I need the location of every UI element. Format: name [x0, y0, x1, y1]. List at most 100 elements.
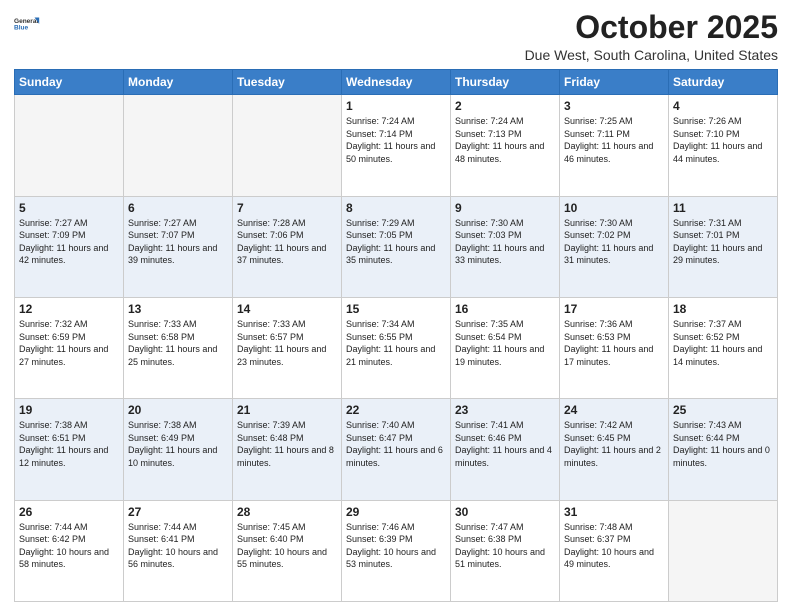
day-info: Sunrise: 7:47 AM Sunset: 6:38 PM Dayligh… — [455, 521, 555, 571]
day-info: Sunrise: 7:30 AM Sunset: 7:02 PM Dayligh… — [564, 217, 664, 267]
header-tuesday: Tuesday — [233, 70, 342, 95]
day-number: 27 — [128, 505, 228, 519]
calendar: Sunday Monday Tuesday Wednesday Thursday… — [14, 69, 778, 602]
calendar-cell-w3-d6: 17Sunrise: 7:36 AM Sunset: 6:53 PM Dayli… — [560, 297, 669, 398]
calendar-cell-w3-d4: 15 Sunrise: 7:34 AM Sunset: 6:55 PM Dayli… — [342, 297, 451, 398]
day-number: 20 — [128, 403, 228, 417]
day-number: 28 — [237, 505, 337, 519]
calendar-cell-w2-d5: 9 Sunrise: 7:30 AM Sunset: 7:03 PM Daylig… — [451, 196, 560, 297]
day-info: Sunrise: 7:44 AM Sunset: 6:41 PM Dayligh… — [128, 521, 228, 571]
day-info: Sunrise: 7:43 AM Sunset: 6:44 PM Dayligh… — [673, 419, 773, 469]
title-block: October 2025 Due West, South Carolina, U… — [525, 10, 778, 63]
day-number: 16 — [455, 302, 555, 316]
day-info: Sunrise: 7:45 AM Sunset: 6:40 PM Dayligh… — [237, 521, 337, 571]
calendar-cell-w5-d1: 26Sunrise: 7:44 AM Sunset: 6:42 PM Dayli… — [15, 500, 124, 601]
day-number: 18 — [673, 302, 773, 316]
calendar-cell-w3-d1: 12 Sunrise: 7:32 AM Sunset: 6:59 PM Dayli… — [15, 297, 124, 398]
calendar-cell-w4-d2: 20 Sunrise: 7:38 AM Sunset: 6:49 PM Dayli… — [124, 399, 233, 500]
day-number: 23 — [455, 403, 555, 417]
day-info: Sunrise: 7:41 AM Sunset: 6:46 PM Dayligh… — [455, 419, 555, 469]
day-info: Sunrise: 7:34 AM Sunset: 6:55 PM Dayligh… — [346, 318, 446, 368]
calendar-header-row: Sunday Monday Tuesday Wednesday Thursday… — [15, 70, 778, 95]
day-info: Sunrise: 7:24 AM Sunset: 7:13 PM Dayligh… — [455, 115, 555, 165]
calendar-cell-w4-d7: 25Sunrise: 7:43 AM Sunset: 6:44 PM Dayli… — [669, 399, 778, 500]
day-number: 13 — [128, 302, 228, 316]
day-info: Sunrise: 7:30 AM Sunset: 7:03 PM Dayligh… — [455, 217, 555, 267]
day-number: 4 — [673, 99, 773, 113]
calendar-cell-w2-d6: 10 Sunrise: 7:30 AM Sunset: 7:02 PM Dayli… — [560, 196, 669, 297]
day-number: 5 — [19, 201, 119, 215]
day-info: Sunrise: 7:26 AM Sunset: 7:10 PM Dayligh… — [673, 115, 773, 165]
day-info: Sunrise: 7:31 AM Sunset: 7:01 PM Dayligh… — [673, 217, 773, 267]
day-info: Sunrise: 7:46 AM Sunset: 6:39 PM Dayligh… — [346, 521, 446, 571]
svg-text:General: General — [14, 18, 38, 25]
day-number: 9 — [455, 201, 555, 215]
header: GeneralBlue October 2025 Due West, South… — [14, 10, 778, 63]
day-info: Sunrise: 7:24 AM Sunset: 7:14 PM Dayligh… — [346, 115, 446, 165]
header-monday: Monday — [124, 70, 233, 95]
day-number: 19 — [19, 403, 119, 417]
calendar-cell-w5-d4: 29Sunrise: 7:46 AM Sunset: 6:39 PM Dayli… — [342, 500, 451, 601]
day-number: 2 — [455, 99, 555, 113]
day-info: Sunrise: 7:36 AM Sunset: 6:53 PM Dayligh… — [564, 318, 664, 368]
calendar-cell-w5-d5: 30 Sunrise: 7:47 AM Sunset: 6:38 PM Dayli… — [451, 500, 560, 601]
calendar-cell-w1-d6: 3Sunrise: 7:25 AM Sunset: 7:11 PM Daylig… — [560, 95, 669, 196]
day-number: 26 — [19, 505, 119, 519]
logo: GeneralBlue — [14, 10, 42, 38]
calendar-cell-w4-d3: 21 Sunrise: 7:39 AM Sunset: 6:48 PM Dayli… — [233, 399, 342, 500]
header-sunday: Sunday — [15, 70, 124, 95]
calendar-cell-w2-d2: 6 Sunrise: 7:27 AM Sunset: 7:07 PM Daylig… — [124, 196, 233, 297]
calendar-cell-w3-d2: 13 Sunrise: 7:33 AM Sunset: 6:58 PM Dayli… — [124, 297, 233, 398]
calendar-week-1: 1 Sunrise: 7:24 AM Sunset: 7:14 PM Daylig… — [15, 95, 778, 196]
calendar-cell-w3-d7: 18 Sunrise: 7:37 AM Sunset: 6:52 PM Dayli… — [669, 297, 778, 398]
calendar-week-5: 26Sunrise: 7:44 AM Sunset: 6:42 PM Dayli… — [15, 500, 778, 601]
day-number: 15 — [346, 302, 446, 316]
calendar-cell-w5-d6: 31 Sunrise: 7:48 AM Sunset: 6:37 PM Dayli… — [560, 500, 669, 601]
day-info: Sunrise: 7:33 AM Sunset: 6:57 PM Dayligh… — [237, 318, 337, 368]
day-number: 11 — [673, 201, 773, 215]
day-number: 21 — [237, 403, 337, 417]
day-number: 3 — [564, 99, 664, 113]
day-info: Sunrise: 7:38 AM Sunset: 6:51 PM Dayligh… — [19, 419, 119, 469]
day-info: Sunrise: 7:33 AM Sunset: 6:58 PM Dayligh… — [128, 318, 228, 368]
day-info: Sunrise: 7:35 AM Sunset: 6:54 PM Dayligh… — [455, 318, 555, 368]
day-number: 10 — [564, 201, 664, 215]
calendar-cell-w2-d1: 5 Sunrise: 7:27 AM Sunset: 7:09 PM Daylig… — [15, 196, 124, 297]
logo-icon: GeneralBlue — [14, 10, 42, 38]
day-info: Sunrise: 7:37 AM Sunset: 6:52 PM Dayligh… — [673, 318, 773, 368]
day-number: 22 — [346, 403, 446, 417]
calendar-cell-w4-d5: 23 Sunrise: 7:41 AM Sunset: 6:46 PM Dayli… — [451, 399, 560, 500]
calendar-week-3: 12 Sunrise: 7:32 AM Sunset: 6:59 PM Dayli… — [15, 297, 778, 398]
day-info: Sunrise: 7:40 AM Sunset: 6:47 PM Dayligh… — [346, 419, 446, 469]
day-info: Sunrise: 7:48 AM Sunset: 6:37 PM Dayligh… — [564, 521, 664, 571]
month-title: October 2025 — [525, 10, 778, 45]
day-info: Sunrise: 7:32 AM Sunset: 6:59 PM Dayligh… — [19, 318, 119, 368]
calendar-week-2: 5 Sunrise: 7:27 AM Sunset: 7:09 PM Daylig… — [15, 196, 778, 297]
calendar-cell-w3-d5: 16 Sunrise: 7:35 AM Sunset: 6:54 PM Dayli… — [451, 297, 560, 398]
day-number: 1 — [346, 99, 446, 113]
day-info: Sunrise: 7:27 AM Sunset: 7:09 PM Dayligh… — [19, 217, 119, 267]
calendar-cell-w2-d4: 8Sunrise: 7:29 AM Sunset: 7:05 PM Daylig… — [342, 196, 451, 297]
svg-text:Blue: Blue — [14, 25, 28, 32]
location: Due West, South Carolina, United States — [525, 47, 778, 63]
day-number: 31 — [564, 505, 664, 519]
day-info: Sunrise: 7:27 AM Sunset: 7:07 PM Dayligh… — [128, 217, 228, 267]
calendar-cell-w1-d4: 1 Sunrise: 7:24 AM Sunset: 7:14 PM Daylig… — [342, 95, 451, 196]
calendar-cell-w5-d2: 27 Sunrise: 7:44 AM Sunset: 6:41 PM Dayli… — [124, 500, 233, 601]
header-saturday: Saturday — [669, 70, 778, 95]
page: GeneralBlue October 2025 Due West, South… — [0, 0, 792, 612]
calendar-cell-w2-d7: 11 Sunrise: 7:31 AM Sunset: 7:01 PM Dayli… — [669, 196, 778, 297]
day-number: 12 — [19, 302, 119, 316]
day-info: Sunrise: 7:39 AM Sunset: 6:48 PM Dayligh… — [237, 419, 337, 469]
day-number: 30 — [455, 505, 555, 519]
calendar-cell-w5-d3: 28 Sunrise: 7:45 AM Sunset: 6:40 PM Dayli… — [233, 500, 342, 601]
day-number: 6 — [128, 201, 228, 215]
header-wednesday: Wednesday — [342, 70, 451, 95]
calendar-cell-w2-d3: 7Sunrise: 7:28 AM Sunset: 7:06 PM Daylig… — [233, 196, 342, 297]
day-number: 14 — [237, 302, 337, 316]
header-friday: Friday — [560, 70, 669, 95]
day-info: Sunrise: 7:38 AM Sunset: 6:49 PM Dayligh… — [128, 419, 228, 469]
calendar-cell-w4-d1: 19 Sunrise: 7:38 AM Sunset: 6:51 PM Dayli… — [15, 399, 124, 500]
calendar-cell-w5-d7 — [669, 500, 778, 601]
calendar-cell-w1-d1 — [15, 95, 124, 196]
